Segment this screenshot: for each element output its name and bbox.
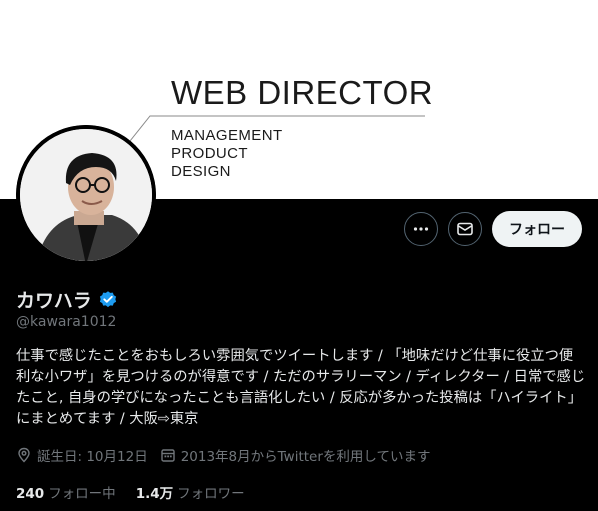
birthday-text: 誕生日: 10月12日 — [37, 449, 148, 465]
profile-meta: 誕生日: 10月12日 2013年8月からTwitterを利用しています — [16, 445, 431, 465]
banner-line-management: MANAGEMENT — [171, 127, 283, 144]
following-count: 240 — [16, 486, 45, 502]
calendar-icon — [161, 449, 175, 462]
following-link[interactable]: 240 フォロー中 — [16, 482, 116, 502]
followers-link[interactable]: 1.4万 フォロワー — [136, 482, 245, 502]
banner-line-product: PRODUCT — [171, 145, 248, 162]
banner-title: WEB DIRECTOR — [171, 74, 434, 111]
display-name: カワハラ — [16, 290, 92, 312]
birthday-item: 誕生日: 10月12日 — [16, 445, 148, 465]
more-button[interactable] — [404, 212, 438, 246]
message-button[interactable] — [448, 212, 482, 246]
profile-bio: 仕事で感じたことをおもしろい雰囲気でツイートします / 「地味だけど仕事に役立つ… — [16, 348, 586, 427]
more-icon — [413, 227, 429, 231]
profile-name-row: カワハラ — [16, 286, 118, 313]
banner-line-design: DESIGN — [171, 163, 231, 180]
avatar[interactable] — [16, 125, 156, 265]
profile-actions: フォロー — [404, 211, 582, 247]
followers-label: フォロワー — [177, 486, 245, 502]
location-pin-icon — [18, 447, 30, 463]
profile-handle: @kawara1012 — [16, 314, 117, 330]
following-label: フォロー中 — [48, 486, 116, 502]
joined-item: 2013年8月からTwitterを利用しています — [160, 445, 431, 465]
avatar-photo — [16, 125, 156, 265]
envelope-icon — [457, 222, 473, 236]
followers-count: 1.4万 — [135, 486, 174, 502]
profile-stats: 240 フォロー中 1.4万 フォロワー — [16, 482, 245, 502]
joined-text: 2013年8月からTwitterを利用しています — [180, 449, 431, 465]
follow-button[interactable]: フォロー — [492, 211, 582, 247]
verified-badge-icon[interactable] — [98, 290, 118, 310]
